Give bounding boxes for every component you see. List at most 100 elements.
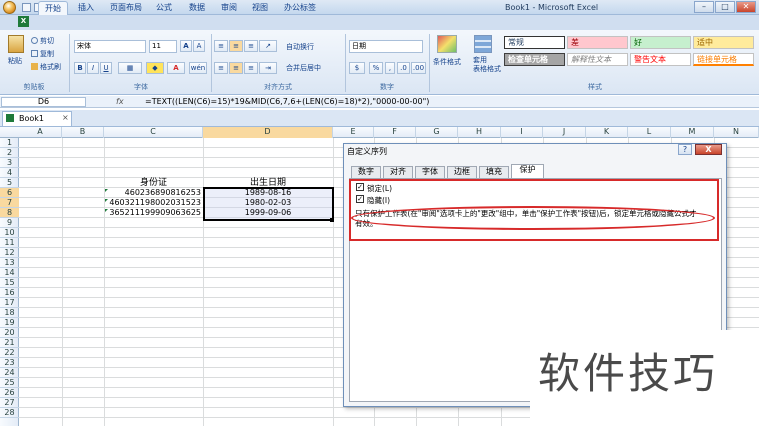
bold-button[interactable]: B [74, 62, 86, 74]
column-header[interactable]: M [671, 127, 714, 138]
style-linked-cell[interactable]: 链接单元格 [693, 53, 754, 66]
save-icon[interactable] [22, 3, 31, 12]
align-right-button[interactable]: ≡ [244, 62, 258, 74]
paste-icon[interactable] [8, 35, 24, 53]
column-header[interactable]: G [416, 127, 458, 138]
border-button[interactable]: ▦ [118, 62, 142, 74]
insert-function-button[interactable]: fx [116, 97, 138, 107]
row-header[interactable]: 17 [0, 298, 19, 308]
name-box[interactable]: D6 [1, 97, 86, 107]
column-header[interactable]: A [19, 127, 62, 138]
paste-button-label[interactable]: 粘贴 [8, 56, 22, 66]
cell-d7[interactable]: 1980-02-03 [203, 198, 333, 208]
row-header[interactable]: 20 [0, 328, 19, 338]
row-header[interactable]: 9 [0, 218, 19, 228]
tab-view[interactable]: 视图 [246, 1, 274, 15]
cell-c8[interactable]: 365211199909063625 [104, 208, 201, 218]
row-header[interactable]: 4 [0, 168, 19, 178]
row-header[interactable]: 21 [0, 338, 19, 348]
align-left-button[interactable]: ≡ [214, 62, 228, 74]
orientation-button[interactable]: ↗ [259, 40, 277, 52]
row-header[interactable]: 5 [0, 178, 19, 188]
column-header[interactable]: F [374, 127, 416, 138]
tab-data[interactable]: 数据 [183, 1, 211, 15]
tab-office-tab[interactable]: 办公标签 [278, 1, 322, 15]
row-header[interactable]: 15 [0, 278, 19, 288]
row-header[interactable]: 28 [0, 408, 19, 418]
italic-button[interactable]: I [87, 62, 99, 74]
tab-insert[interactable]: 插入 [72, 1, 100, 15]
align-bottom-button[interactable]: ≡ [244, 40, 258, 52]
grow-font-button[interactable]: A [180, 40, 192, 52]
cell-c7[interactable]: 460321198002031523 [104, 198, 201, 208]
column-header[interactable]: L [628, 127, 671, 138]
help-button[interactable]: ? [678, 144, 692, 155]
indent-button[interactable]: ⇥ [259, 62, 277, 74]
style-explanatory[interactable]: 解释性文本 [567, 53, 628, 66]
percent-button[interactable]: % [369, 62, 383, 74]
table-format-button[interactable]: 套用 表格格式 [473, 56, 501, 74]
row-header[interactable]: 2 [0, 148, 19, 158]
fill-handle[interactable] [330, 218, 334, 222]
tab-font[interactable]: 字体 [415, 166, 445, 178]
cell-d8[interactable]: 1999-09-06 [203, 208, 333, 218]
tab-border[interactable]: 边框 [447, 166, 477, 178]
decrease-decimal-button[interactable]: .00 [411, 62, 426, 74]
currency-button[interactable]: $ [349, 62, 365, 74]
column-header[interactable]: H [458, 127, 501, 138]
row-header[interactable]: 22 [0, 348, 19, 358]
column-header[interactable]: B [62, 127, 104, 138]
phonetic-button[interactable]: wén [189, 62, 207, 74]
font-size-select[interactable]: 11 [149, 40, 177, 53]
format-painter-button[interactable]: 格式刷 [40, 62, 61, 72]
column-header[interactable]: E [333, 127, 374, 138]
copy-button[interactable]: 复制 [40, 49, 54, 59]
wrap-text-button[interactable]: 自动换行 [286, 42, 314, 52]
cell-c5[interactable]: 身份证 [104, 178, 203, 188]
underline-button[interactable]: U [100, 62, 112, 74]
column-header[interactable]: I [501, 127, 543, 138]
row-header[interactable]: 3 [0, 158, 19, 168]
conditional-format-icon[interactable] [437, 35, 457, 53]
workbook-close-icon[interactable]: × [62, 113, 69, 122]
tab-alignment[interactable]: 对齐 [383, 166, 413, 178]
tab-page-layout[interactable]: 页面布局 [104, 1, 148, 15]
comma-button[interactable]: , [385, 62, 395, 74]
row-header[interactable]: 6 [0, 188, 19, 198]
style-check-cell[interactable]: 检查单元格 [504, 53, 565, 66]
row-header[interactable]: 12 [0, 248, 19, 258]
style-bad[interactable]: 差 [567, 36, 628, 49]
align-center-button[interactable]: ≡ [229, 62, 243, 74]
style-good[interactable]: 好 [630, 36, 691, 49]
number-format-select[interactable]: 日期 [349, 40, 423, 53]
office-button[interactable] [3, 1, 16, 14]
tab-review[interactable]: 审阅 [215, 1, 243, 15]
row-header[interactable]: 19 [0, 318, 19, 328]
row-header[interactable]: 11 [0, 238, 19, 248]
conditional-format-button[interactable]: 条件格式 [433, 57, 461, 67]
row-header[interactable]: 27 [0, 398, 19, 408]
align-top-button[interactable]: ≡ [214, 40, 228, 52]
tab-formulas[interactable]: 公式 [150, 1, 178, 15]
row-header[interactable]: 14 [0, 268, 19, 278]
tab-home[interactable]: 开始 [38, 1, 68, 15]
column-header[interactable]: C [104, 127, 203, 138]
row-header[interactable]: 26 [0, 388, 19, 398]
style-neutral[interactable]: 适中 [693, 36, 754, 49]
tab-number[interactable]: 数字 [351, 166, 381, 178]
minimize-button[interactable]: – [694, 1, 714, 13]
row-header[interactable]: 1 [0, 138, 19, 148]
maximize-button[interactable]: □ [715, 1, 735, 13]
font-color-button[interactable]: A [167, 62, 185, 74]
column-header[interactable]: K [586, 127, 628, 138]
merge-center-button[interactable]: 合并后居中 [286, 63, 321, 73]
column-header[interactable]: N [714, 127, 759, 138]
align-middle-button[interactable]: ≡ [229, 40, 243, 52]
cell-d5[interactable]: 出生日期 [203, 178, 333, 188]
table-format-icon[interactable] [474, 35, 492, 53]
style-normal[interactable]: 常规 [504, 36, 565, 49]
row-header[interactable]: 25 [0, 378, 19, 388]
row-header[interactable]: 24 [0, 368, 19, 378]
shrink-font-button[interactable]: A [193, 40, 205, 52]
style-warning[interactable]: 警告文本 [630, 53, 691, 66]
